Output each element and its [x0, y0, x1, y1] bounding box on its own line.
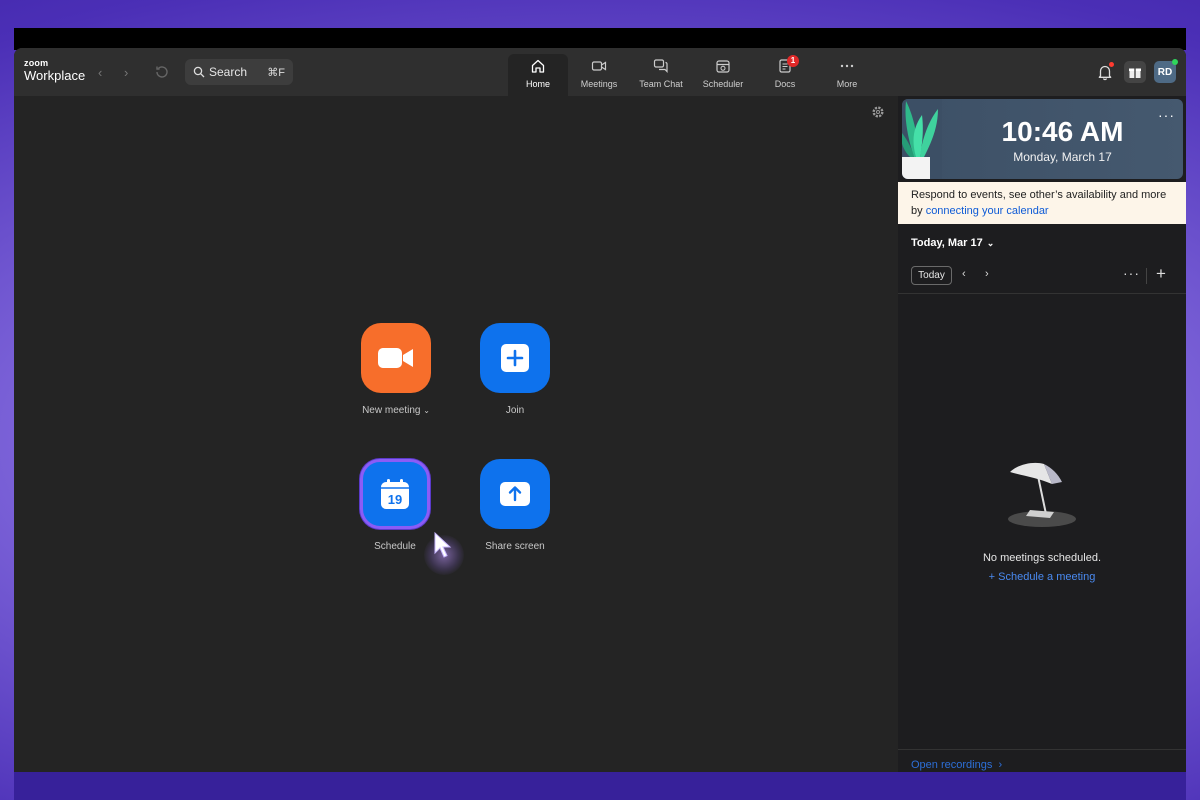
share-screen-button[interactable]: [480, 459, 550, 529]
join-action: Join: [480, 323, 550, 416]
connect-calendar-link[interactable]: connecting your calendar: [926, 205, 1049, 217]
panel-footer: Open recordings ›: [898, 749, 1186, 772]
main-tabs: Home Meetings Team Chat Scheduler 1 Docs…: [508, 54, 878, 96]
tab-home[interactable]: Home: [508, 54, 568, 96]
history-icon[interactable]: [154, 64, 170, 80]
zoom-window: zoom Workplace ‹ › Search ⌘F Home Meetin…: [14, 48, 1186, 772]
new-meeting-button[interactable]: [361, 323, 431, 393]
title-bar: zoom Workplace ‹ › Search ⌘F Home Meetin…: [14, 48, 1186, 96]
docs-badge: 1: [787, 55, 799, 67]
chevron-down-icon: ⌄: [986, 238, 995, 248]
whats-new-gift-icon[interactable]: [1124, 61, 1146, 83]
new-meeting-label[interactable]: New meeting ⌄: [341, 405, 451, 416]
join-button[interactable]: [480, 323, 550, 393]
join-label: Join: [505, 405, 525, 416]
screen-top-bar: [14, 28, 1186, 50]
search-icon: [193, 66, 205, 78]
clock-card: 10:46 AM Monday, March 17 ···: [902, 99, 1183, 179]
next-day-icon[interactable]: ›: [985, 268, 989, 280]
avatar[interactable]: RD: [1154, 59, 1178, 83]
more-icon: [838, 57, 856, 75]
video-icon: [590, 57, 608, 75]
clock-date: Monday, March 17: [1013, 150, 1112, 164]
home-icon: [529, 57, 547, 75]
mouse-pointer-icon: [434, 531, 452, 558]
tab-more[interactable]: More: [816, 54, 878, 96]
notification-dot: [1109, 62, 1114, 67]
share-screen-action: Share screen: [480, 459, 550, 552]
brand-big: Workplace: [24, 68, 86, 83]
date-head-label: Today, Mar 17: [911, 237, 983, 249]
forward-arrow-icon[interactable]: ›: [124, 65, 128, 80]
back-arrow-icon[interactable]: ‹: [98, 65, 102, 80]
calendar-day: 19: [388, 492, 402, 507]
schedule-meeting-link[interactable]: + Schedule a meeting: [898, 571, 1186, 583]
calendar-icon: 19: [381, 479, 409, 509]
tab-label: Team Chat: [639, 79, 683, 89]
titlebar-right: RD: [1094, 59, 1178, 83]
avatar-initials: RD: [1157, 66, 1173, 78]
online-status-dot: [1172, 59, 1178, 65]
date-selector[interactable]: Today, Mar 17 ⌄: [911, 237, 994, 249]
beach-umbrella-illustration: [1008, 462, 1076, 527]
tab-label: More: [836, 79, 858, 89]
plus-icon: +: [988, 571, 996, 583]
new-meeting-action: New meeting ⌄: [361, 323, 431, 416]
today-button[interactable]: Today: [911, 266, 952, 285]
notifications-bell-icon[interactable]: [1094, 61, 1116, 83]
screen-bottom-bar: [14, 772, 1186, 800]
zoom-logo: zoom Workplace: [24, 58, 86, 83]
video-camera-icon: [378, 348, 413, 368]
calendar-panel: 10:46 AM Monday, March 17 ··· Respond to…: [898, 96, 1186, 772]
tab-scheduler[interactable]: Scheduler: [692, 54, 754, 96]
brand-small: zoom: [24, 58, 49, 68]
tab-label: Docs: [774, 79, 796, 89]
clock-time: 10:46 AM: [1001, 116, 1124, 147]
tab-label: Meetings: [580, 79, 618, 89]
open-recordings-link[interactable]: Open recordings ›: [911, 759, 1002, 771]
plus-icon: [501, 344, 529, 372]
tab-label: Home: [525, 79, 550, 89]
calendar-more-icon[interactable]: ···: [1123, 265, 1140, 281]
previous-day-icon[interactable]: ‹: [962, 268, 966, 280]
tab-meetings[interactable]: Meetings: [568, 54, 630, 96]
clock-more-icon[interactable]: ···: [1158, 107, 1175, 123]
toolbar-divider: [1146, 268, 1147, 284]
share-screen-label: Share screen: [485, 541, 545, 552]
chevron-down-icon[interactable]: ⌄: [423, 406, 430, 415]
tab-team-chat[interactable]: Team Chat: [630, 54, 692, 96]
no-meetings-text: No meetings scheduled.: [982, 552, 1101, 564]
chevron-right-icon: ›: [998, 759, 1003, 771]
connect-calendar-notice: Respond to events, see other’s availabil…: [898, 182, 1186, 224]
tab-docs[interactable]: 1 Docs: [754, 54, 816, 96]
search-label: Search: [209, 65, 248, 79]
search-input[interactable]: Search ⌘F: [185, 59, 293, 85]
add-event-icon[interactable]: +: [1156, 264, 1166, 284]
schedule-action: 19 Schedule: [360, 459, 430, 552]
scheduler-icon: [714, 57, 732, 75]
chat-icon: [652, 57, 670, 75]
search-shortcut: ⌘F: [267, 66, 285, 79]
calendar-toolbar: Today ‹ › ··· +: [898, 264, 1186, 294]
settings-gear-icon[interactable]: [871, 105, 885, 119]
schedule-button[interactable]: 19: [360, 459, 430, 529]
share-screen-icon: [500, 482, 530, 506]
tab-label: Scheduler: [702, 79, 744, 89]
